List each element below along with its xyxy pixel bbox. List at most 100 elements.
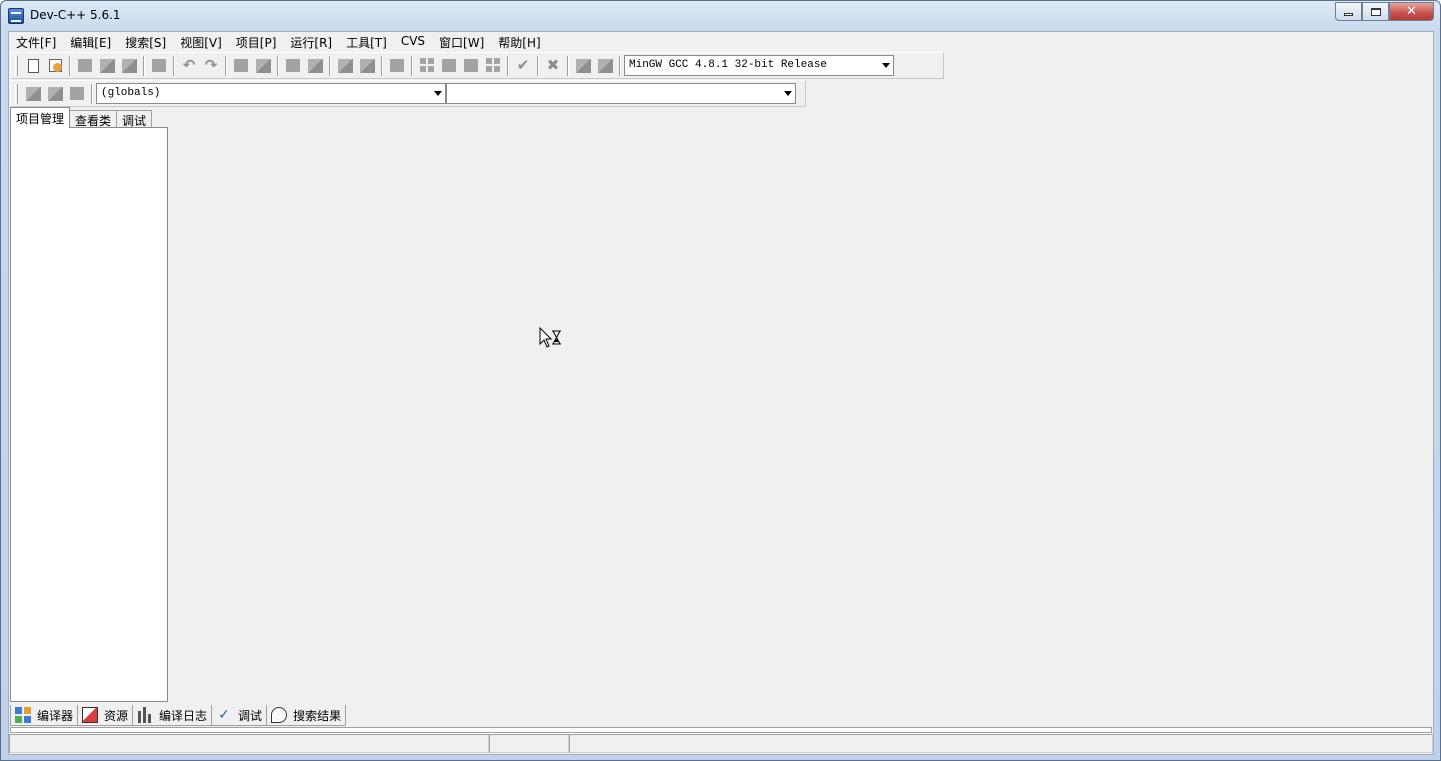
compiler-select[interactable]: MinGW GCC 4.8.1 32-bit Release xyxy=(624,55,894,76)
goto-next-icon xyxy=(307,58,323,73)
delete-profile-button[interactable] xyxy=(594,55,616,77)
save-all-button[interactable] xyxy=(96,55,118,77)
tab-debug[interactable]: 调试 xyxy=(116,110,153,128)
save-icon xyxy=(78,59,92,72)
new-project-button[interactable] xyxy=(22,83,44,105)
tab-project-manager[interactable]: 项目管理 xyxy=(10,107,71,128)
menu-window[interactable]: 窗口[W] xyxy=(432,32,491,52)
open-folder-icon xyxy=(48,59,62,72)
chevron-down-icon xyxy=(784,91,792,96)
client-area: 文件[F] 编辑[E] 搜索[S] 视图[V] 项目[P] 运行[R] 工具[T… xyxy=(8,31,1434,755)
run-icon xyxy=(442,59,456,72)
minimize-button[interactable] xyxy=(1335,2,1362,21)
menu-cvs[interactable]: CVS xyxy=(394,32,432,52)
maximize-icon xyxy=(1370,7,1381,16)
remove-from-project-button[interactable] xyxy=(66,83,88,105)
tab-debug-output-label: 调试 xyxy=(238,708,263,723)
maximize-button[interactable] xyxy=(1362,2,1389,21)
menu-file[interactable]: 文件[F] xyxy=(9,32,63,52)
rebuild-button[interactable] xyxy=(482,55,504,77)
busy-cursor-icon xyxy=(539,327,561,348)
add-to-project-button[interactable] xyxy=(44,83,66,105)
title-bar[interactable]: Dev-C++ 5.6.1 ✕ xyxy=(1,1,1440,31)
save-button[interactable] xyxy=(74,55,96,77)
status-cell-mode xyxy=(489,734,569,753)
unindent-button[interactable] xyxy=(356,55,378,77)
menu-edit[interactable]: 编辑[E] xyxy=(63,32,118,52)
compile-button[interactable] xyxy=(416,55,438,77)
delete-profile-icon xyxy=(597,58,613,73)
tab-compile-log[interactable]: 编译日志 xyxy=(132,705,213,726)
toolbar-separator xyxy=(225,55,227,76)
tab-search-results[interactable]: 搜索结果 xyxy=(266,705,347,726)
toolbar-grip[interactable] xyxy=(15,55,18,76)
tab-compile-log-label: 编译日志 xyxy=(159,708,208,723)
toolbar-separator xyxy=(173,55,175,76)
undo-button[interactable]: ↶ xyxy=(178,55,200,77)
menu-help[interactable]: 帮助[H] xyxy=(491,32,547,52)
goto-button[interactable] xyxy=(282,55,304,77)
app-window: Dev-C++ 5.6.1 ✕ 文件[F] 编辑[E] 搜索[S] 视图[V] … xyxy=(0,0,1441,761)
tab-compiler-label: 编译器 xyxy=(37,708,74,723)
replace-button[interactable] xyxy=(252,55,274,77)
find-icon xyxy=(234,59,248,72)
run-button[interactable] xyxy=(438,55,460,77)
editor-area[interactable] xyxy=(172,108,1433,702)
toolbar-separator xyxy=(507,55,509,76)
project-tree[interactable] xyxy=(10,127,168,702)
indent-icon xyxy=(337,58,353,73)
indent-button[interactable] xyxy=(334,55,356,77)
new-file-icon xyxy=(27,58,39,73)
toolbar-separator xyxy=(619,55,621,76)
tab-resources[interactable]: 资源 xyxy=(77,705,134,726)
new-project-icon xyxy=(25,86,41,101)
close-button[interactable]: ✕ xyxy=(1389,2,1434,21)
add-to-project-icon xyxy=(47,86,63,101)
minimize-icon xyxy=(1344,13,1353,16)
class-toolbar: (globals) xyxy=(10,80,806,107)
menu-project[interactable]: 项目[P] xyxy=(229,32,284,52)
comment-icon xyxy=(390,59,404,72)
tab-class-browser[interactable]: 查看类 xyxy=(69,110,118,128)
window-title: Dev-C++ 5.6.1 xyxy=(30,8,121,22)
profile-button[interactable] xyxy=(572,55,594,77)
undo-icon: ↶ xyxy=(182,56,196,74)
syntax-check-button[interactable]: ✔ xyxy=(512,55,534,77)
compile-run-button[interactable] xyxy=(460,55,482,77)
toolbar-separator xyxy=(69,55,71,76)
chevron-down-icon xyxy=(434,91,442,96)
find-button[interactable] xyxy=(230,55,252,77)
menu-view[interactable]: 视图[V] xyxy=(173,32,229,52)
toolbar-separator xyxy=(381,55,383,76)
redo-button[interactable]: ↷ xyxy=(200,55,222,77)
replace-icon xyxy=(255,58,271,73)
tab-compiler[interactable]: 编译器 xyxy=(10,705,79,726)
scope-select[interactable]: (globals) xyxy=(96,83,446,104)
stop-button[interactable]: ✖ xyxy=(542,55,564,77)
check-icon: ✓ xyxy=(218,707,230,723)
new-file-button[interactable] xyxy=(22,55,44,77)
toolbar-grip[interactable] xyxy=(15,83,18,104)
menu-run[interactable]: 运行[R] xyxy=(283,32,339,52)
main-toolbar: ↶ ↷ ✔ ✖ MinGW GCC 4.8.1 32-bit Release xyxy=(10,52,944,79)
toggle-comment-button[interactable] xyxy=(386,55,408,77)
check-icon: ✔ xyxy=(516,56,530,74)
devcpp-icon xyxy=(8,8,24,24)
close-icon: ✕ xyxy=(1406,4,1417,19)
menu-tools[interactable]: 工具[T] xyxy=(339,32,394,52)
bottom-panel-tabs: 编译器 资源 编译日志 ✓ 调试 搜索结果 xyxy=(10,705,347,727)
open-button[interactable] xyxy=(44,55,66,77)
caption-buttons: ✕ xyxy=(1335,2,1434,21)
scope-select-value: (globals) xyxy=(101,87,161,99)
menu-search[interactable]: 搜索[S] xyxy=(118,32,173,52)
print-button[interactable] xyxy=(148,55,170,77)
toolbar-separator xyxy=(329,55,331,76)
toolbar-separator xyxy=(91,83,93,104)
close-file-button[interactable] xyxy=(118,55,140,77)
left-panel-tabs: 项目管理 查看类 调试 xyxy=(10,107,153,128)
member-select[interactable] xyxy=(446,83,796,104)
goto-next-button[interactable] xyxy=(304,55,326,77)
toolbar-separator xyxy=(277,55,279,76)
compiler-icon xyxy=(15,707,31,723)
tab-debug-output[interactable]: ✓ 调试 xyxy=(211,705,268,726)
